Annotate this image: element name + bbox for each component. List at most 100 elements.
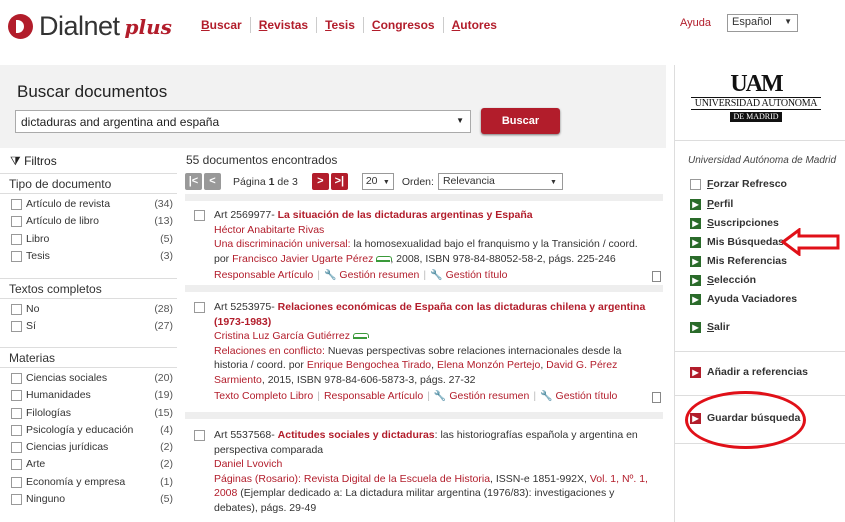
nav-tesis[interactable]: Tesis (316, 17, 363, 33)
document-icon[interactable] (652, 270, 661, 282)
editor-link[interactable]: Enrique Bengochea Tirado (307, 359, 431, 371)
checkbox[interactable] (11, 390, 22, 402)
order-select[interactable]: Relevancia ▼ (437, 173, 563, 190)
my-references-link[interactable]: ▶ Mis Referencias (690, 255, 787, 267)
nav-congresos[interactable]: Congresos (362, 17, 443, 33)
publication-text: , 2015, ISBN 978-84-606-5873-3, págs. 27… (261, 373, 476, 386)
checkbox[interactable] (11, 304, 22, 315)
pagination: |< < Página 1 de 3 > >| 20 ▼ Orden: Relev… (185, 173, 563, 190)
filter-item[interactable]: No (28) (0, 301, 177, 318)
checkbox[interactable] (11, 199, 22, 210)
filter-item[interactable]: Libro (5) (0, 231, 177, 248)
checkbox[interactable] (11, 250, 22, 262)
search-input[interactable]: dictaduras and argentina and españa ▼ (15, 110, 471, 133)
checkbox[interactable] (11, 442, 22, 454)
arrow-right-icon: ▶ (690, 198, 701, 210)
journal-link[interactable]: Páginas (Rosario): Revista Digital de la… (214, 473, 490, 485)
manage-abstract-link[interactable]: Gestión resumen (449, 390, 529, 402)
result-checkbox[interactable] (194, 210, 205, 221)
filter-item[interactable]: Sí (27) (0, 318, 177, 335)
checkbox[interactable] (11, 494, 22, 506)
selection-link[interactable]: ▶ Selección (690, 274, 756, 286)
result-title-link[interactable]: Relaciones económicas de España con las … (214, 301, 645, 328)
result-publication: Relaciones en conflicto: Nuevas perspect… (214, 344, 622, 386)
nav-revistas[interactable]: Revistas (249, 17, 316, 33)
filter-item[interactable]: Artículo de libro (13) (0, 213, 177, 230)
per-page-select[interactable]: 20 ▼ (361, 173, 394, 190)
next-page-button[interactable]: > (311, 173, 329, 190)
document-icon[interactable] (652, 391, 661, 403)
refresh-label: Forzar Refresco (707, 178, 787, 190)
result-checkbox[interactable] (194, 430, 205, 441)
search-button[interactable]: Buscar (481, 108, 560, 134)
funnel-icon: ⧩ (10, 154, 21, 168)
result-title-link[interactable]: Actitudes sociales y dictaduras (278, 429, 435, 441)
subscriptions-link[interactable]: ▶ Suscripciones (690, 217, 779, 229)
editor-link[interactable]: Francisco Javier Ugarte Pérez (232, 253, 373, 265)
filter-item[interactable]: Economía y empresa (1) (0, 474, 177, 491)
checkbox[interactable] (690, 178, 701, 190)
first-page-button[interactable]: |< (185, 173, 202, 190)
result-author[interactable]: Daniel Lvovich (214, 457, 657, 472)
filter-count: (19) (154, 389, 173, 402)
filter-item[interactable]: Ciencias sociales (20) (0, 370, 177, 387)
wrench-icon: 🔧 (430, 270, 443, 281)
filter-item[interactable]: Psicología y educación (4) (0, 422, 177, 439)
profile-link[interactable]: ▶ Perfil (690, 198, 733, 210)
checkbox[interactable] (11, 459, 22, 471)
header: Dialnet plus Buscar Revistas Tesis Congr… (0, 0, 845, 50)
checkbox[interactable] (11, 216, 22, 228)
publication-link[interactable]: Una discriminación universal: (214, 238, 351, 250)
filter-label: Artículo de libro (26, 215, 99, 228)
checkbox[interactable] (11, 233, 22, 245)
nav-buscar[interactable]: Buscar (193, 17, 250, 33)
checkbox[interactable] (11, 407, 22, 419)
checkbox[interactable] (11, 424, 22, 436)
filter-item[interactable]: Humanidades (19) (0, 387, 177, 404)
filter-item[interactable]: Tesis (3) (0, 248, 177, 265)
publication-link[interactable]: Relaciones en conflicto: (214, 345, 325, 357)
page-suffix: de 3 (277, 175, 298, 188)
publication-text: , 2008, ISBN 978-84-88052-58-2, págs. 22… (390, 252, 616, 265)
editor-link[interactable]: Elena Monzón Pertejo (437, 359, 540, 371)
manage-title-link[interactable]: Gestión título (446, 269, 508, 281)
filter-count: (20) (154, 372, 173, 384)
responsable-link[interactable]: Responsable Artículo (324, 390, 423, 402)
manage-abstract-link[interactable]: Gestión resumen (339, 269, 419, 281)
filter-item[interactable]: Ninguno (5) (0, 491, 177, 508)
force-refresh-option[interactable]: Forzar Refresco (690, 178, 787, 190)
nav-autores[interactable]: Autores (442, 17, 505, 33)
result-checkbox[interactable] (194, 302, 205, 313)
result-title-link[interactable]: La situación de las dictaduras argentina… (278, 209, 533, 221)
filter-item[interactable]: Artículo de revista (34) (0, 196, 177, 213)
responsable-link[interactable]: Responsable Artículo (214, 269, 313, 281)
manage-title-link[interactable]: Gestión título (556, 390, 618, 402)
help-link[interactable]: Ayuda (680, 17, 711, 29)
filters-title: ⧩ Filtros (10, 154, 57, 169)
dialnet-logo[interactable]: Dialnet plus (8, 11, 172, 42)
last-page-button[interactable]: >| (330, 173, 348, 190)
result-title-line: Art 5253975- Relaciones económicas de Es… (214, 300, 657, 329)
result-title-line: Art 2569977- La situación de las dictadu… (214, 208, 657, 223)
my-searches-link[interactable]: ▶ Mis Búsquedas (690, 236, 784, 248)
fulltext-book-link[interactable]: Texto Completo Libro (214, 390, 313, 402)
prev-page-button[interactable]: < (204, 173, 221, 190)
filter-label: Tesis (26, 249, 50, 262)
help-indexers-link[interactable]: ▶ Ayuda Vaciadores (690, 293, 797, 305)
results-panel: 55 documentos encontrados |< < Página 1 … (177, 148, 666, 522)
logout-link[interactable]: ▶ Salir (690, 321, 730, 333)
language-select[interactable]: Español ▼ (727, 14, 798, 32)
filter-count: (15) (154, 406, 173, 419)
filter-item[interactable]: Filologías (15) (0, 405, 177, 422)
logo-text: Dialnet (39, 11, 120, 41)
result-author[interactable]: Héctor Anabitarte Rivas (214, 223, 657, 238)
checkbox[interactable] (11, 476, 22, 488)
link-label: Añadir a referencias (707, 366, 808, 378)
checkbox[interactable] (11, 373, 22, 384)
result-title-line: Art 5537568- Actitudes sociales y dictad… (214, 428, 657, 457)
filter-item[interactable]: Arte (2) (0, 456, 177, 473)
add-references-link[interactable]: ▶ Añadir a referencias (690, 366, 808, 378)
result-author[interactable]: Cristina Luz García Gutiérrez (214, 329, 657, 344)
filter-item[interactable]: Ciencias jurídicas (2) (0, 439, 177, 456)
checkbox[interactable] (11, 321, 22, 333)
